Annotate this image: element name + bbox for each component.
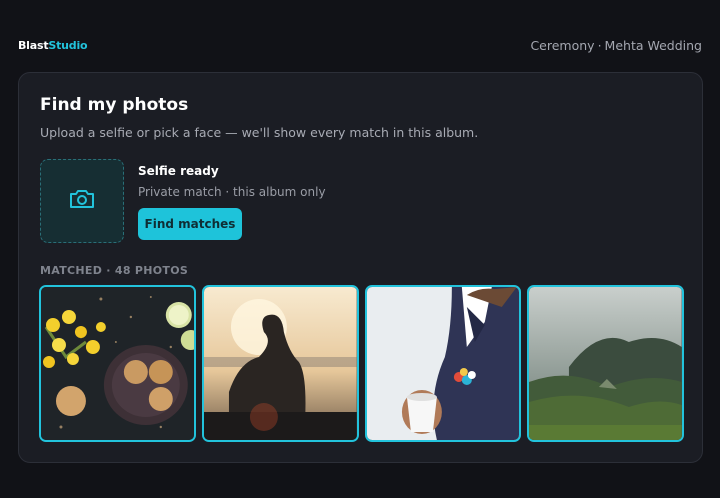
find-matches-button[interactable]: Find matches xyxy=(138,208,242,240)
matched-photo[interactable] xyxy=(201,285,359,442)
selfie-upload-dropzone[interactable] xyxy=(40,159,124,243)
breadcrumb-separator: · xyxy=(597,37,602,53)
page-subtitle: Upload a selfie or pick a face — we'll s… xyxy=(40,125,479,140)
top-bar: BlastStudio Ceremony · Mehta Wedding xyxy=(18,36,702,54)
breadcrumb-album[interactable]: Mehta Wedding xyxy=(605,38,702,53)
brand-logo[interactable]: BlastStudio xyxy=(18,38,88,52)
matched-photo[interactable] xyxy=(364,285,522,442)
camera-icon xyxy=(68,187,96,215)
matched-photos-grid xyxy=(39,285,684,442)
breadcrumb: Ceremony · Mehta Wedding xyxy=(530,38,702,53)
matched-photo[interactable] xyxy=(39,285,196,442)
privacy-note: Private match · this album only xyxy=(138,185,326,199)
page-title: Find my photos xyxy=(40,95,189,115)
selfie-status: Selfie ready xyxy=(138,164,219,178)
breadcrumb-event[interactable]: Ceremony xyxy=(530,38,594,53)
brand-name-part1: Blast xyxy=(18,38,49,52)
brand-name-part2: Studio xyxy=(48,38,88,52)
find-photos-card: Find my photos Upload a selfie or pick a… xyxy=(18,72,703,463)
matched-count-label: MATCHED · 48 PHOTOS xyxy=(40,264,189,277)
matched-photo[interactable] xyxy=(527,285,684,442)
